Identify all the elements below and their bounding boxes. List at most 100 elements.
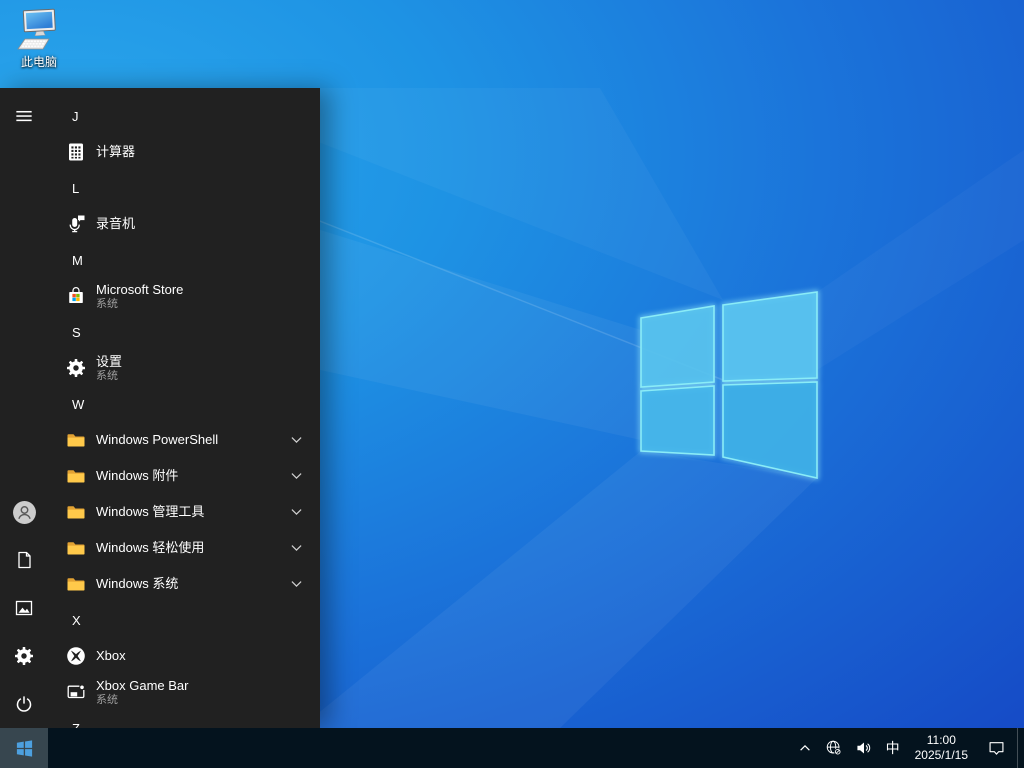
- pictures-button[interactable]: [0, 584, 48, 632]
- start-menu-item[interactable]: 计算器: [48, 134, 320, 170]
- app-label: Windows PowerShell: [96, 432, 219, 447]
- start-menu-section-header[interactable]: W: [48, 386, 320, 422]
- network-button[interactable]: [819, 728, 849, 768]
- app-label: Windows 系统: [96, 576, 179, 591]
- app-sublabel: 系统: [96, 297, 118, 310]
- tray-icon-group: [791, 728, 879, 768]
- microsoft-store-icon: [66, 286, 86, 306]
- app-sublabel: 系统: [96, 693, 118, 706]
- clock-date: 2025/1/15: [914, 748, 968, 762]
- xbox-game-bar-icon: [66, 682, 86, 702]
- calculator-icon: [66, 142, 86, 162]
- start-menu: J 计算器 L 录音机 M Microsoft Store 系统 S 设置 系统 W Windows …: [0, 88, 320, 728]
- microsoft-store-icon: [66, 286, 86, 306]
- xbox-icon: [66, 646, 86, 666]
- folder-icon: [66, 538, 86, 558]
- folder-icon: [66, 466, 86, 486]
- folder-icon: [66, 574, 86, 594]
- section-letter: J: [72, 108, 79, 124]
- speaker-icon: [856, 740, 872, 756]
- chevron-down-icon: [291, 508, 302, 516]
- action-center-icon: [988, 740, 1005, 757]
- app-label: 计算器: [96, 144, 136, 159]
- start-menu-item[interactable]: Windows 轻松使用: [48, 530, 320, 566]
- globe-icon: [826, 740, 842, 756]
- start-menu-item[interactable]: Windows PowerShell: [48, 422, 320, 458]
- section-letter: L: [72, 180, 80, 196]
- app-sublabel: 系统: [96, 369, 118, 382]
- show-desktop-button[interactable]: [1017, 728, 1024, 768]
- action-center-button[interactable]: [976, 728, 1017, 768]
- app-label: Microsoft Store: [96, 281, 184, 297]
- section-letter: Z: [72, 720, 80, 729]
- desktop-icon-label: 此电脑: [20, 55, 57, 69]
- folder-icon: [66, 574, 86, 594]
- folder-icon: [66, 502, 86, 522]
- rail-top-group: [0, 92, 48, 140]
- documents-button[interactable]: [0, 536, 48, 584]
- settings-button[interactable]: [0, 632, 48, 680]
- clock-time: 11:00: [926, 733, 956, 747]
- start-menu-item[interactable]: Microsoft Store 系统: [48, 278, 320, 314]
- hamburger-icon: [15, 107, 33, 125]
- folder-icon: [66, 430, 86, 450]
- start-menu-section-header[interactable]: J: [48, 98, 320, 134]
- start-menu-item[interactable]: 设置 系统: [48, 350, 320, 386]
- start-menu-section-header[interactable]: Z: [48, 710, 320, 729]
- chevron-down-icon: [291, 472, 302, 480]
- start-menu-item[interactable]: Windows 系统: [48, 566, 320, 602]
- folder-icon: [66, 430, 86, 450]
- voice-recorder-icon: [66, 214, 86, 234]
- taskbar-clock[interactable]: 11:00 2025/1/15: [907, 733, 976, 763]
- desktop-icon-this-pc[interactable]: 此电脑: [8, 6, 70, 69]
- user-icon: [12, 500, 37, 525]
- start-menu-item[interactable]: 录音机: [48, 206, 320, 242]
- folder-icon: [66, 466, 86, 486]
- start-menu-section-header[interactable]: M: [48, 242, 320, 278]
- rail-bottom-group: [0, 488, 48, 728]
- taskbar: 中 11:00 2025/1/15: [0, 728, 1024, 768]
- tray-expand-button[interactable]: [791, 728, 819, 768]
- section-letter: S: [72, 324, 81, 340]
- start-menu-item[interactable]: Xbox Game Bar 系统: [48, 674, 320, 710]
- volume-button[interactable]: [849, 728, 879, 768]
- xbox-game-bar-icon: [66, 682, 86, 702]
- start-button[interactable]: [0, 728, 48, 768]
- chevron-up-icon: [798, 741, 812, 755]
- section-letter: X: [72, 612, 81, 628]
- app-label: Windows 附件: [96, 468, 179, 483]
- gear-icon: [14, 646, 34, 666]
- this-pc-icon: [17, 8, 56, 50]
- section-letter: W: [72, 396, 85, 412]
- start-menu-section-header[interactable]: X: [48, 602, 320, 638]
- calculator-icon: [66, 142, 86, 162]
- app-label: Windows 轻松使用: [96, 540, 205, 555]
- start-menu-rail: [0, 88, 48, 728]
- power-button[interactable]: [0, 680, 48, 728]
- user-button[interactable]: [0, 488, 48, 536]
- xbox-icon: [66, 646, 86, 666]
- start-menu-section-header[interactable]: S: [48, 314, 320, 350]
- chevron-down-icon: [291, 580, 302, 588]
- start-menu-section-header[interactable]: L: [48, 170, 320, 206]
- start-menu-item[interactable]: Xbox: [48, 638, 320, 674]
- power-icon: [14, 694, 34, 714]
- folder-icon: [66, 538, 86, 558]
- folder-icon: [66, 502, 86, 522]
- pictures-icon: [14, 598, 34, 618]
- gear-icon: [66, 358, 86, 378]
- start-menu-item[interactable]: Windows 管理工具: [48, 494, 320, 530]
- app-label: Xbox: [96, 648, 126, 663]
- ime-indicator[interactable]: 中: [879, 728, 907, 768]
- app-label: 设置: [96, 353, 123, 369]
- chevron-down-icon: [291, 544, 302, 552]
- app-label: Windows 管理工具: [96, 504, 205, 519]
- voice-recorder-icon: [66, 214, 86, 234]
- system-tray: 中 11:00 2025/1/15: [791, 728, 1024, 768]
- start-menu-app-list: J 计算器 L 录音机 M Microsoft Store 系统 S 设置 系统 W Windows …: [48, 88, 320, 728]
- chevron-down-icon: [291, 436, 302, 444]
- windows-start-icon: [15, 739, 34, 758]
- app-label: Xbox Game Bar: [96, 677, 189, 693]
- menu-expand-button[interactable]: [0, 92, 48, 140]
- start-menu-item[interactable]: Windows 附件: [48, 458, 320, 494]
